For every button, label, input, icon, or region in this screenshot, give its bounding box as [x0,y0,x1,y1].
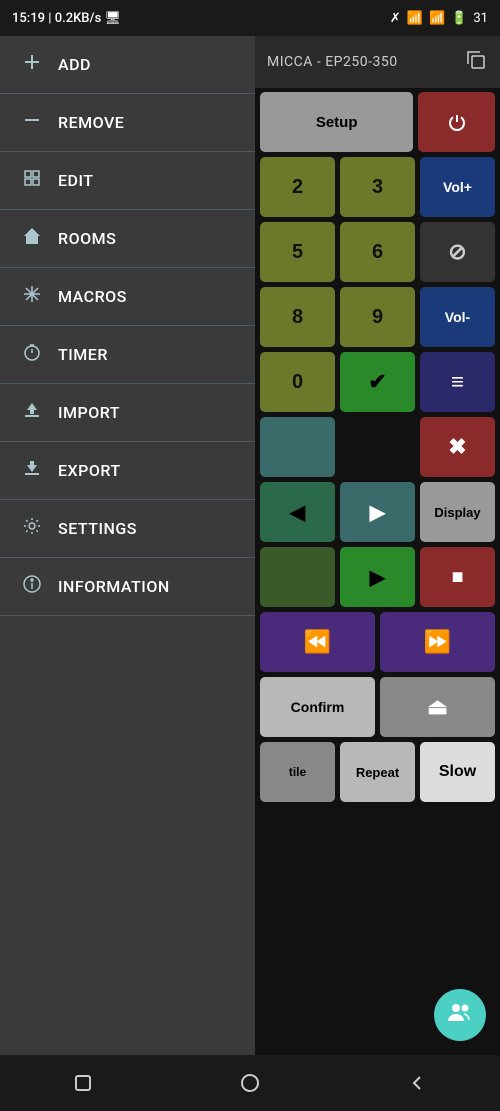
row-teal-x: ✖ [260,417,495,477]
num8-button[interactable]: 8 [260,287,335,347]
display-button[interactable]: Display [420,482,495,542]
mute-button[interactable]: ⊘ [420,222,495,282]
remote-panel: MICCA - EP250-350 Setup 2 3 Vol+ 5 [255,36,500,1055]
setup-button[interactable]: Setup [260,92,413,152]
bottom-nav [0,1055,500,1111]
sidebar-label-timer: TIMER [58,345,108,364]
settings-icon [20,516,44,541]
sidebar-item-edit[interactable]: EDIT [0,152,255,210]
check-button[interactable]: ✔ [340,352,415,412]
nav-square[interactable] [63,1063,103,1103]
sidebar-item-timer[interactable]: TIMER [0,326,255,384]
row-confirm: Confirm ⏏ [260,677,495,737]
signal-icon: 📶 [407,11,423,26]
sidebar-item-add[interactable]: ADD [0,36,255,94]
extra2-button[interactable] [340,417,415,477]
row-check: 0 ✔ ≡ [260,352,495,412]
wifi-icon: 📶 [429,11,445,26]
screen-icon: 🖥 [105,11,122,26]
status-icons: ✗ 📶 📶 🔋 31 [390,11,488,26]
sidebar-item-macros[interactable]: MACROS [0,268,255,326]
status-time: 15:19 [12,11,45,26]
export-icon [20,458,44,483]
num3-button[interactable]: 3 [340,157,415,217]
copy-icon[interactable] [464,48,488,77]
main-container: ADD REMOVE EDIT ROOMS MACROS [0,36,500,1055]
eject-button[interactable]: ⏏ [380,677,495,737]
row-repeat: tile Repeat Slow [260,742,495,802]
row-rew-ff: ⏪ ⏩ [260,612,495,672]
play2-button[interactable]: ▶ [340,547,415,607]
sidebar-item-export[interactable]: EXPORT [0,442,255,500]
forward-button[interactable] [260,547,335,607]
power-button[interactable] [418,92,495,152]
edit-icon [20,168,44,193]
menu-button[interactable]: ≡ [420,352,495,412]
prev-button[interactable]: ◀ [260,482,335,542]
ff-button[interactable]: ⏩ [380,612,495,672]
sidebar-label-export: EXPORT [58,461,121,480]
sidebar-label-remove: REMOVE [58,113,124,132]
sidebar-label-edit: EDIT [58,171,94,190]
vol-plus-button[interactable]: Vol+ [420,157,495,217]
play-button[interactable]: ▶ [340,482,415,542]
information-icon [20,574,44,599]
remote-title: MICCA - EP250-350 [267,54,398,70]
row-5-6-mute: 5 6 ⊘ [260,222,495,282]
sidebar-label-settings: SETTINGS [58,519,137,538]
sidebar-item-settings[interactable]: SETTINGS [0,500,255,558]
rewind-button[interactable]: ⏪ [260,612,375,672]
sidebar-label-rooms: ROOMS [58,229,116,248]
slow-button[interactable]: Slow [420,742,495,802]
num0-button[interactable]: 0 [260,352,335,412]
nav-back[interactable] [397,1063,437,1103]
add-icon [20,52,44,77]
sidebar-item-information[interactable]: INFORMATION [0,558,255,616]
timer-icon [20,342,44,367]
tile-button[interactable]: tile [260,742,335,802]
sidebar-label-information: INFORMATION [58,577,170,596]
remove-icon [20,110,44,135]
status-speed: 0.2KB/s [55,11,102,26]
row-setup: Setup [260,92,495,152]
sidebar-item-remove[interactable]: REMOVE [0,94,255,152]
fab-icon [447,999,473,1031]
sidebar: ADD REMOVE EDIT ROOMS MACROS [0,36,255,1055]
macros-icon [20,284,44,309]
confirm-button[interactable]: Confirm [260,677,375,737]
nav-circle[interactable] [230,1063,270,1103]
extra1-button[interactable] [260,417,335,477]
num9-button[interactable]: 9 [340,287,415,347]
row-8-9-vol: 8 9 Vol- [260,287,495,347]
row-2-3-vol: 2 3 Vol+ [260,157,495,217]
row-play: ◀ ▶ Display [260,482,495,542]
num5-button[interactable]: 5 [260,222,335,282]
repeat-button[interactable]: Repeat [340,742,415,802]
sidebar-label-import: IMPORT [58,403,120,422]
row-stop: ▶ ■ [260,547,495,607]
status-bar: 15:19 | 0.2KB/s 🖥 ✗ 📶 📶 🔋 31 [0,0,500,36]
stop-button[interactable]: ■ [420,547,495,607]
fab-button[interactable] [434,989,486,1041]
remote-header: MICCA - EP250-350 [255,36,500,88]
num6-button[interactable]: 6 [340,222,415,282]
status-time-speed: 15:19 | 0.2KB/s 🖥 [12,11,121,26]
sidebar-label-add: ADD [58,55,91,74]
close-button[interactable]: ✖ [420,417,495,477]
battery-level: 31 [473,11,488,26]
rooms-icon [20,226,44,251]
sidebar-item-rooms[interactable]: ROOMS [0,210,255,268]
bluetooth-icon: ✗ [390,11,401,26]
battery-icon: 🔋 [451,11,467,26]
import-icon [20,400,44,425]
num2-button[interactable]: 2 [260,157,335,217]
vol-minus-button[interactable]: Vol- [420,287,495,347]
sidebar-item-import[interactable]: IMPORT [0,384,255,442]
sidebar-label-macros: MACROS [58,287,127,306]
remote-buttons: Setup 2 3 Vol+ 5 6 ⊘ 8 9 Vol- [255,88,500,1055]
